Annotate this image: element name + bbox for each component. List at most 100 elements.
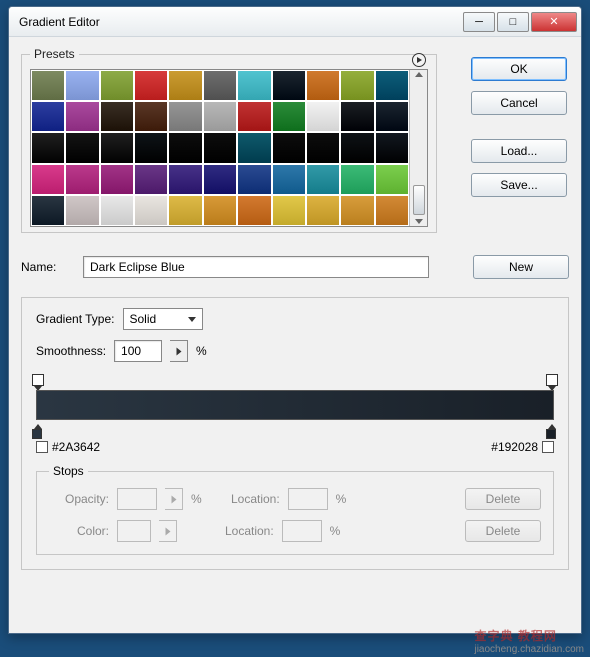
smoothness-spinner[interactable]: [170, 340, 188, 362]
opacity-stop-right[interactable]: [546, 374, 558, 388]
preset-swatch[interactable]: [375, 132, 409, 163]
preset-swatch[interactable]: [306, 164, 340, 195]
preset-swatch[interactable]: [375, 195, 409, 226]
gradient-type-value: Solid: [130, 312, 157, 326]
hex-left: #2A3642: [36, 440, 100, 454]
preset-swatch[interactable]: [272, 195, 306, 226]
color-stop-right[interactable]: [546, 424, 558, 438]
preset-swatch[interactable]: [237, 132, 271, 163]
location-label: Location:: [210, 492, 280, 506]
scroll-up-icon[interactable]: [415, 72, 423, 77]
preset-swatch[interactable]: [203, 132, 237, 163]
cancel-button[interactable]: Cancel: [471, 91, 567, 115]
preset-swatch[interactable]: [340, 164, 374, 195]
hex-right-value: #192028: [491, 440, 538, 454]
preset-swatch[interactable]: [375, 101, 409, 132]
preset-swatch[interactable]: [31, 195, 65, 226]
opacity-stop-left[interactable]: [32, 374, 44, 388]
preset-swatch[interactable]: [134, 164, 168, 195]
gradient-type-select[interactable]: Solid: [123, 308, 203, 330]
load-button[interactable]: Load...: [471, 139, 567, 163]
scrollbar[interactable]: [409, 70, 427, 226]
preset-swatch[interactable]: [168, 132, 202, 163]
preset-swatch[interactable]: [31, 132, 65, 163]
stops-group: Stops Opacity: % Location: % Delete Colo…: [36, 464, 554, 555]
preset-swatch[interactable]: [340, 132, 374, 163]
preset-swatch[interactable]: [306, 195, 340, 226]
titlebar[interactable]: Gradient Editor ─ □ ✕: [9, 7, 581, 37]
preset-swatch[interactable]: [272, 70, 306, 101]
preset-swatch[interactable]: [31, 164, 65, 195]
minimize-button[interactable]: ─: [463, 12, 495, 32]
preset-swatch[interactable]: [100, 132, 134, 163]
new-button[interactable]: New: [473, 255, 569, 279]
gradient-type-row: Gradient Type: Solid: [36, 308, 554, 330]
presets-legend: Presets: [30, 47, 79, 61]
smoothness-input[interactable]: 100: [114, 340, 162, 362]
maximize-button[interactable]: □: [497, 12, 529, 32]
save-button[interactable]: Save...: [471, 173, 567, 197]
color-label: Color:: [49, 524, 109, 538]
preset-swatch[interactable]: [168, 101, 202, 132]
color-location-input: [282, 520, 322, 542]
hex-row: #2A3642 #192028: [36, 440, 554, 454]
preset-swatch[interactable]: [203, 195, 237, 226]
preset-swatch[interactable]: [31, 101, 65, 132]
preset-swatch[interactable]: [237, 164, 271, 195]
preset-swatch[interactable]: [272, 101, 306, 132]
preset-swatch[interactable]: [65, 132, 99, 163]
preset-swatch[interactable]: [203, 164, 237, 195]
gradient-group: Gradient Type: Solid Smoothness: 100 %: [21, 297, 569, 570]
delete-opacity-button: Delete: [465, 488, 541, 510]
preset-swatch[interactable]: [134, 101, 168, 132]
close-button[interactable]: ✕: [531, 12, 577, 32]
watermark: 查字典 教程网 jiaocheng.chazidian.com: [474, 627, 584, 655]
preset-swatch[interactable]: [65, 70, 99, 101]
preset-swatch[interactable]: [272, 164, 306, 195]
name-input[interactable]: [83, 256, 429, 278]
window-controls: ─ □ ✕: [461, 12, 577, 32]
stops-legend: Stops: [49, 464, 88, 478]
preset-swatch[interactable]: [100, 164, 134, 195]
preset-swatch[interactable]: [272, 132, 306, 163]
preset-swatch[interactable]: [100, 195, 134, 226]
gradient-bar[interactable]: [36, 390, 554, 420]
preset-swatch[interactable]: [340, 70, 374, 101]
preset-swatch[interactable]: [340, 101, 374, 132]
smoothness-row: Smoothness: 100 %: [36, 340, 554, 362]
right-button-column: OK Cancel Load... Save...: [471, 57, 567, 197]
ok-button[interactable]: OK: [471, 57, 567, 81]
preset-swatch[interactable]: [100, 70, 134, 101]
color-stop-left[interactable]: [32, 424, 44, 438]
preset-swatch[interactable]: [375, 164, 409, 195]
bucket-icon: [36, 441, 48, 453]
preset-swatch[interactable]: [100, 101, 134, 132]
gradient-editor-dialog: Gradient Editor ─ □ ✕ Presets OK Cance: [8, 6, 582, 634]
preset-swatch[interactable]: [306, 132, 340, 163]
preset-swatch[interactable]: [237, 101, 271, 132]
preset-swatch[interactable]: [31, 70, 65, 101]
preset-swatch[interactable]: [134, 132, 168, 163]
preset-swatch[interactable]: [65, 164, 99, 195]
preset-swatch[interactable]: [306, 70, 340, 101]
preset-swatch[interactable]: [65, 195, 99, 226]
scroll-down-icon[interactable]: [415, 219, 423, 224]
preset-swatch[interactable]: [168, 70, 202, 101]
percent-label: %: [196, 344, 207, 358]
bucket-icon: [542, 441, 554, 453]
window-title: Gradient Editor: [19, 15, 100, 29]
preset-swatch[interactable]: [237, 70, 271, 101]
preset-swatch[interactable]: [237, 195, 271, 226]
presets-menu-icon[interactable]: [412, 53, 426, 67]
preset-swatch[interactable]: [340, 195, 374, 226]
preset-swatch[interactable]: [203, 70, 237, 101]
preset-swatch[interactable]: [65, 101, 99, 132]
preset-swatch[interactable]: [306, 101, 340, 132]
preset-swatch[interactable]: [134, 195, 168, 226]
preset-swatch[interactable]: [168, 195, 202, 226]
preset-swatch[interactable]: [134, 70, 168, 101]
preset-swatch[interactable]: [203, 101, 237, 132]
preset-swatch[interactable]: [168, 164, 202, 195]
scroll-thumb[interactable]: [413, 185, 425, 215]
preset-swatch[interactable]: [375, 70, 409, 101]
